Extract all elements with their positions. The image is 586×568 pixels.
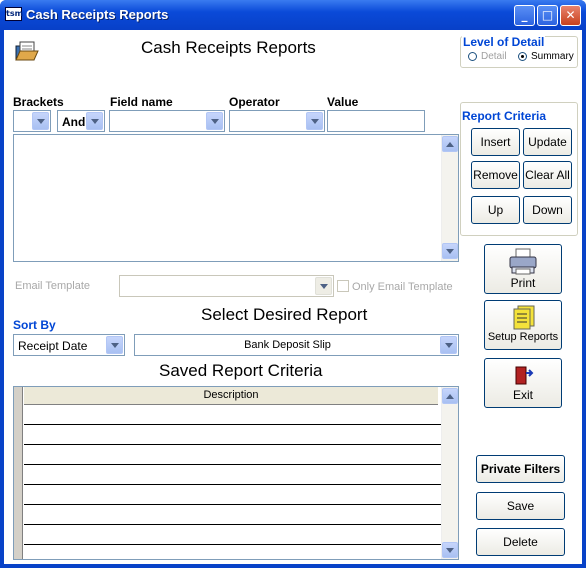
print-button[interactable]: Print bbox=[484, 244, 562, 294]
move-up-button[interactable]: Up bbox=[471, 196, 520, 224]
saved-grid-scrollbar[interactable] bbox=[441, 387, 458, 559]
report-criteria-title: Report Criteria bbox=[461, 109, 548, 123]
level-of-detail-title: Level of Detail bbox=[462, 35, 546, 49]
table-row[interactable] bbox=[24, 505, 448, 525]
row-selector-column bbox=[14, 387, 23, 559]
table-row[interactable] bbox=[24, 545, 448, 559]
chevron-down-icon[interactable] bbox=[206, 112, 223, 130]
notes-icon bbox=[513, 305, 535, 330]
conjunction-value: And bbox=[62, 115, 86, 129]
scroll-down-arrow-icon[interactable] bbox=[442, 243, 458, 259]
move-down-button[interactable]: Down bbox=[523, 196, 572, 224]
setup-reports-button[interactable]: Setup Reports bbox=[484, 300, 562, 350]
saved-criteria-title: Saved Report Criteria bbox=[159, 361, 323, 380]
detail-radio-label: Detail bbox=[481, 51, 507, 62]
window-client-area: Cash Receipts Reports Level of Detail De… bbox=[4, 30, 582, 564]
print-button-label: Print bbox=[510, 276, 536, 290]
email-template-label: Email Template bbox=[15, 280, 90, 292]
sort-by-value: Receipt Date bbox=[18, 339, 88, 353]
exit-button[interactable]: Exit bbox=[484, 358, 562, 408]
summary-radio[interactable] bbox=[518, 52, 527, 61]
summary-radio-label: Summary bbox=[531, 51, 574, 62]
only-email-template-label: Only Email Template bbox=[352, 281, 453, 293]
report-folder-icon bbox=[14, 40, 40, 64]
app-icon: tsm bbox=[5, 7, 23, 21]
clear-all-button[interactable]: Clear All bbox=[523, 161, 572, 189]
update-button[interactable]: Update bbox=[523, 128, 572, 156]
field-name-select[interactable] bbox=[109, 110, 225, 132]
grid-body bbox=[24, 405, 448, 559]
minimize-button[interactable]: _ bbox=[514, 5, 535, 26]
value-header: Value bbox=[327, 95, 359, 109]
chevron-down-icon[interactable] bbox=[315, 277, 332, 295]
description-column-header[interactable]: Description bbox=[24, 387, 438, 405]
window-title: Cash Receipts Reports bbox=[26, 7, 169, 22]
report-select[interactable]: Bank Deposit Slip bbox=[134, 334, 459, 356]
insert-button[interactable]: Insert bbox=[471, 128, 520, 156]
scroll-up-arrow-icon[interactable] bbox=[442, 388, 458, 404]
sort-by-label: Sort By bbox=[13, 318, 56, 332]
table-row[interactable] bbox=[24, 525, 448, 545]
chevron-down-icon[interactable] bbox=[86, 112, 103, 130]
field-name-header: Field name bbox=[110, 95, 173, 109]
table-row[interactable] bbox=[24, 465, 448, 485]
only-email-template-checkbox[interactable] bbox=[337, 280, 349, 292]
criteria-list-scrollbar[interactable] bbox=[441, 135, 458, 261]
delete-button[interactable]: Delete bbox=[476, 528, 565, 556]
chevron-down-icon[interactable] bbox=[306, 112, 323, 130]
exit-button-label: Exit bbox=[512, 388, 533, 402]
close-button[interactable]: ✕ bbox=[560, 5, 581, 26]
select-report-title: Select Desired Report bbox=[201, 305, 368, 324]
operator-header: Operator bbox=[229, 95, 280, 109]
report-select-value: Bank Deposit Slip bbox=[244, 339, 331, 351]
scroll-down-arrow-icon[interactable] bbox=[442, 542, 458, 558]
remove-button[interactable]: Remove bbox=[471, 161, 520, 189]
setup-reports-label: Setup Reports bbox=[487, 331, 559, 343]
title-bar[interactable]: tsm Cash Receipts Reports _ □ ✕ bbox=[0, 0, 586, 30]
printer-icon bbox=[509, 248, 537, 275]
detail-radio[interactable] bbox=[468, 52, 477, 61]
saved-criteria-grid[interactable]: Description bbox=[13, 386, 459, 560]
table-row[interactable] bbox=[24, 485, 448, 505]
table-row[interactable] bbox=[24, 405, 448, 425]
chevron-down-icon[interactable] bbox=[106, 336, 123, 354]
table-row[interactable] bbox=[24, 445, 448, 465]
private-filters-button[interactable]: Private Filters bbox=[476, 455, 565, 483]
criteria-list[interactable] bbox=[13, 134, 459, 262]
brackets-header: Brackets bbox=[13, 95, 64, 109]
bracket-select[interactable] bbox=[13, 110, 51, 132]
operator-select[interactable] bbox=[229, 110, 325, 132]
table-row[interactable] bbox=[24, 425, 448, 445]
chevron-down-icon[interactable] bbox=[32, 112, 49, 130]
chevron-down-icon[interactable] bbox=[440, 336, 457, 354]
save-button[interactable]: Save bbox=[476, 492, 565, 520]
sort-by-select[interactable]: Receipt Date bbox=[13, 334, 125, 356]
conjunction-select[interactable]: And bbox=[57, 110, 105, 132]
email-template-select[interactable] bbox=[119, 275, 334, 297]
value-input[interactable] bbox=[327, 110, 425, 132]
application-window: tsm Cash Receipts Reports _ □ ✕ Cash Rec… bbox=[0, 0, 586, 568]
exit-door-icon bbox=[515, 366, 534, 385]
maximize-button[interactable]: □ bbox=[537, 5, 558, 26]
page-title: Cash Receipts Reports bbox=[141, 38, 316, 57]
scroll-up-arrow-icon[interactable] bbox=[442, 136, 458, 152]
